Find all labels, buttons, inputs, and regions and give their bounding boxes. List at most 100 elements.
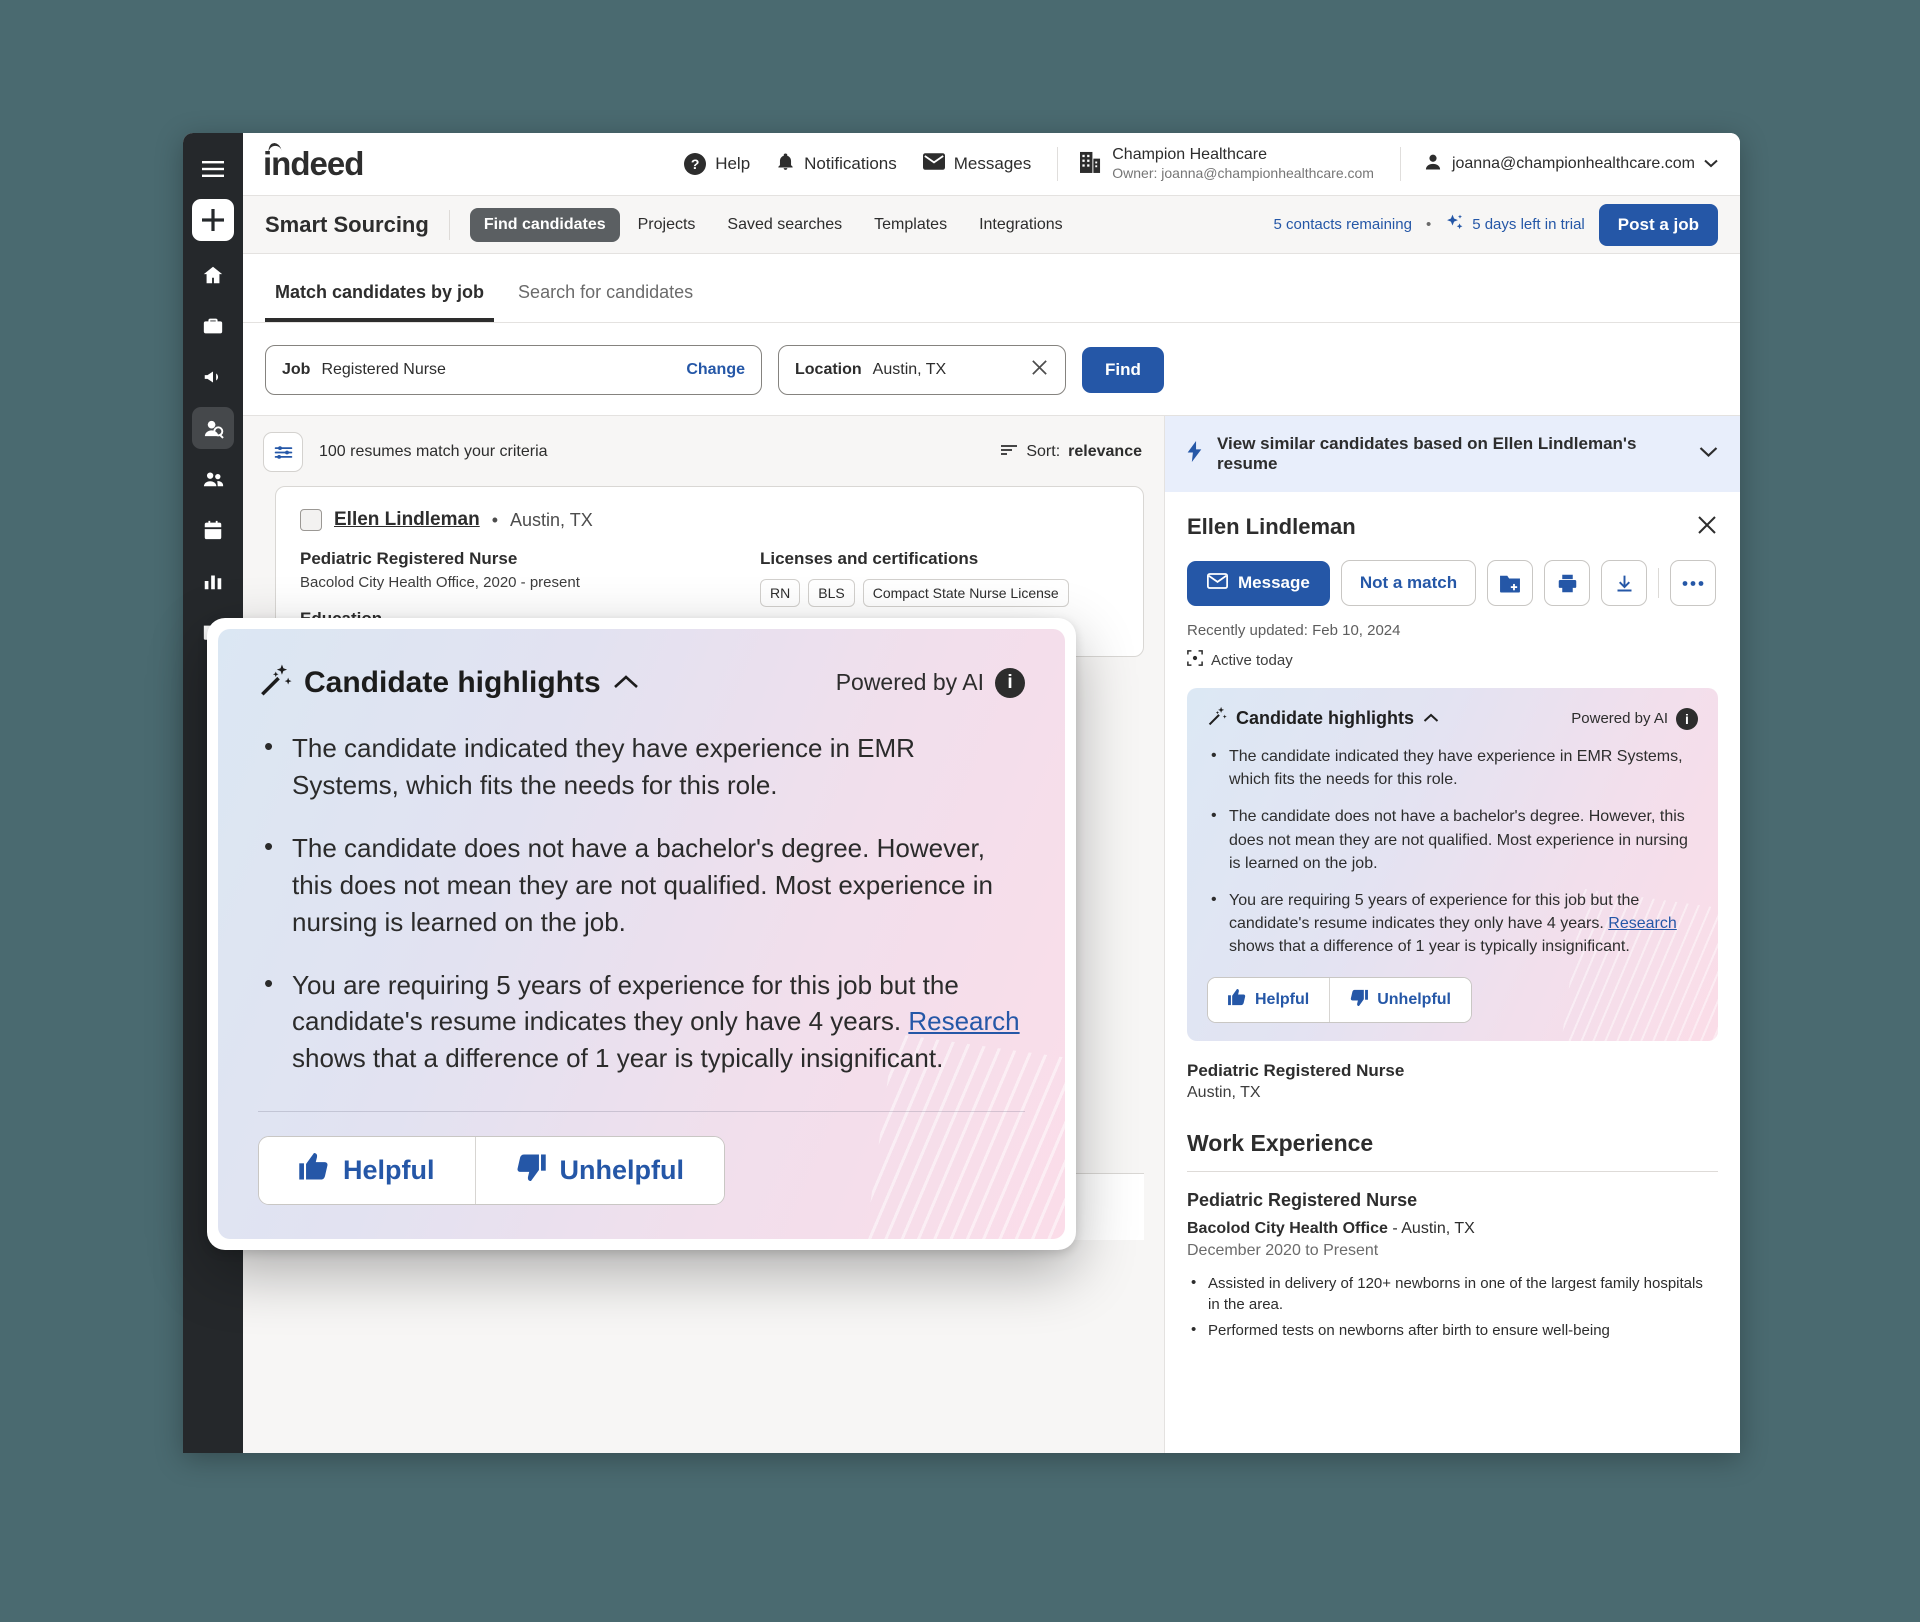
sort-icon xyxy=(1000,443,1018,462)
active-label: Active today xyxy=(1211,651,1293,669)
experience-bullets: Assisted in delivery of 120+ newborns in… xyxy=(1187,1272,1718,1342)
header-divider-2 xyxy=(1399,147,1401,181)
candidate-highlights-card: Candidate highlights Powered by AI i • T… xyxy=(1187,688,1718,1041)
research-link[interactable]: Research xyxy=(1608,915,1676,932)
envelope-icon xyxy=(922,153,945,175)
chevron-up-icon[interactable] xyxy=(1423,710,1439,727)
notifications-link[interactable]: Notifications xyxy=(776,152,897,177)
tab-match-candidates-by-job[interactable]: Match candidates by job xyxy=(265,272,495,322)
nav-tab-templates[interactable]: Templates xyxy=(860,208,961,242)
help-label: Help xyxy=(715,154,751,173)
licenses-label: Licenses and certifications xyxy=(760,549,979,568)
helpful-button[interactable]: Helpful xyxy=(259,1137,475,1205)
hamburger-menu-icon[interactable] xyxy=(192,148,234,190)
sort-control[interactable]: Sort: relevance xyxy=(1000,443,1142,462)
sort-value: relevance xyxy=(1068,443,1142,460)
info-icon[interactable]: i xyxy=(995,667,1025,698)
bullet-text: You are requiring 5 years of experience … xyxy=(292,969,959,1037)
chevron-up-icon[interactable] xyxy=(613,669,639,697)
messages-label: Messages xyxy=(953,154,1032,173)
detail-role-location: Austin, TX xyxy=(1187,1083,1261,1101)
experience-employer-line: Bacolod City Health Office - Austin, TX xyxy=(1187,1220,1718,1238)
detail-role-title: Pediatric Registered Nurse xyxy=(1187,1060,1405,1080)
nav-tab-projects[interactable]: Projects xyxy=(624,208,710,242)
info-icon[interactable]: i xyxy=(1676,707,1698,730)
org-name: Champion Healthcare xyxy=(1112,146,1267,164)
filters-button[interactable] xyxy=(263,432,303,472)
more-options-icon[interactable] xyxy=(1670,560,1717,606)
indeed-logo[interactable]: indeed xyxy=(263,141,364,183)
download-icon[interactable] xyxy=(1601,560,1648,606)
campaigns-megaphone-icon[interactable] xyxy=(192,356,234,398)
print-icon[interactable] xyxy=(1544,560,1591,606)
nav-tab-find-candidates[interactable]: Find candidates xyxy=(469,207,620,242)
candidate-separator: • xyxy=(491,509,499,530)
trial-status[interactable]: 5 days left in trial xyxy=(1445,213,1585,237)
candidate-name-link[interactable]: Ellen Lindleman xyxy=(334,509,480,531)
candidate-highlights-modal: Candidate highlights Powered by AI i The… xyxy=(207,618,1076,1251)
research-tail: shows that a difference of 1 year is typ… xyxy=(1229,938,1630,956)
messages-link[interactable]: Messages xyxy=(922,153,1032,175)
list-item: The candidate indicated they have experi… xyxy=(258,728,1025,804)
sparkle-icon xyxy=(1445,213,1465,237)
modal-powered-by-ai: Powered by AI i xyxy=(835,667,1025,698)
experience-employer: Bacolod City Health Office xyxy=(1187,1219,1388,1237)
tab-search-for-candidates[interactable]: Search for candidates xyxy=(508,272,703,322)
license-chip: Compact State Nurse License xyxy=(862,579,1069,607)
message-button[interactable]: Message xyxy=(1187,560,1330,606)
not-a-match-button[interactable]: Not a match xyxy=(1340,560,1477,606)
unhelpful-button[interactable]: Unhelpful xyxy=(1330,977,1471,1022)
envelope-icon xyxy=(1207,572,1228,594)
person-icon xyxy=(1423,152,1443,177)
unhelpful-button[interactable]: Unhelpful xyxy=(475,1137,724,1205)
add-to-project-icon[interactable] xyxy=(1487,560,1534,606)
contacts-remaining[interactable]: 5 contacts remaining xyxy=(1274,216,1412,233)
research-link[interactable]: Research xyxy=(908,1006,1019,1036)
candidate-checkbox[interactable] xyxy=(300,509,322,531)
calendar-icon[interactable] xyxy=(192,509,234,551)
modal-title: Candidate highlights xyxy=(304,665,601,699)
experience-dates: December 2020 to Present xyxy=(1187,1241,1379,1259)
notifications-label: Notifications xyxy=(804,154,897,173)
list-item: The candidate does not have a bachelor's… xyxy=(258,828,1025,941)
job-field[interactable]: Job Registered Nurse Change xyxy=(265,345,762,395)
find-button[interactable]: Find xyxy=(1082,347,1164,393)
detail-role-section: Pediatric Registered Nurse Austin, TX Wo… xyxy=(1165,1041,1740,1346)
sidebar-item-smart-sourcing[interactable] xyxy=(192,407,234,449)
organization-switcher[interactable]: Champion Healthcare Owner: joanna@champi… xyxy=(1080,145,1374,183)
modal-inner: Candidate highlights Powered by AI i The… xyxy=(218,629,1065,1240)
nav-tab-saved-searches[interactable]: Saved searches xyxy=(713,208,856,242)
close-icon[interactable] xyxy=(1696,514,1718,540)
create-new-icon[interactable] xyxy=(192,199,234,241)
unhelpful-label: Unhelpful xyxy=(559,1155,684,1186)
nav-divider xyxy=(448,209,450,240)
location-field[interactable]: Location Austin, TX xyxy=(778,345,1066,395)
change-job-button[interactable]: Change xyxy=(686,361,745,379)
clear-location-icon[interactable] xyxy=(1030,358,1049,383)
trial-label: 5 days left in trial xyxy=(1472,216,1585,233)
sort-prefix: Sort: xyxy=(1026,443,1061,460)
magic-wand-icon xyxy=(258,663,292,702)
nav-tab-integrations[interactable]: Integrations xyxy=(965,208,1077,242)
job-field-value: Registered Nurse xyxy=(321,361,446,378)
similar-candidates-banner[interactable]: View similar candidates based on Ellen L… xyxy=(1165,416,1740,492)
nav-tabs: Find candidates Projects Saved searches … xyxy=(469,207,1077,242)
powered-by-label: Powered by AI xyxy=(835,669,984,695)
post-a-job-button[interactable]: Post a job xyxy=(1598,203,1718,246)
detail-meta: Recently updated: Feb 10, 2024 Active to… xyxy=(1165,606,1740,670)
candidate-detail-pane: View similar candidates based on Ellen L… xyxy=(1164,416,1740,1453)
list-item: Assisted in delivery of 120+ newborns in… xyxy=(1187,1272,1718,1317)
help-link[interactable]: ? Help xyxy=(684,153,750,175)
candidate-employer: Bacolod City Health Office, 2020 - prese… xyxy=(300,574,580,591)
analytics-icon[interactable] xyxy=(192,560,234,602)
license-chip: BLS xyxy=(808,579,855,607)
activity-icon xyxy=(1187,650,1203,670)
home-icon[interactable] xyxy=(192,254,234,296)
account-menu[interactable]: joanna@championhealthcare.com xyxy=(1423,152,1718,177)
chevron-down-icon[interactable] xyxy=(1699,445,1718,463)
list-item: You are requiring 5 years of experience … xyxy=(258,965,1025,1078)
jobs-briefcase-icon[interactable] xyxy=(192,305,234,347)
helpful-button[interactable]: Helpful xyxy=(1208,977,1330,1022)
results-header: 100 resumes match your criteria Sort: re… xyxy=(243,416,1164,486)
people-icon[interactable] xyxy=(192,458,234,500)
